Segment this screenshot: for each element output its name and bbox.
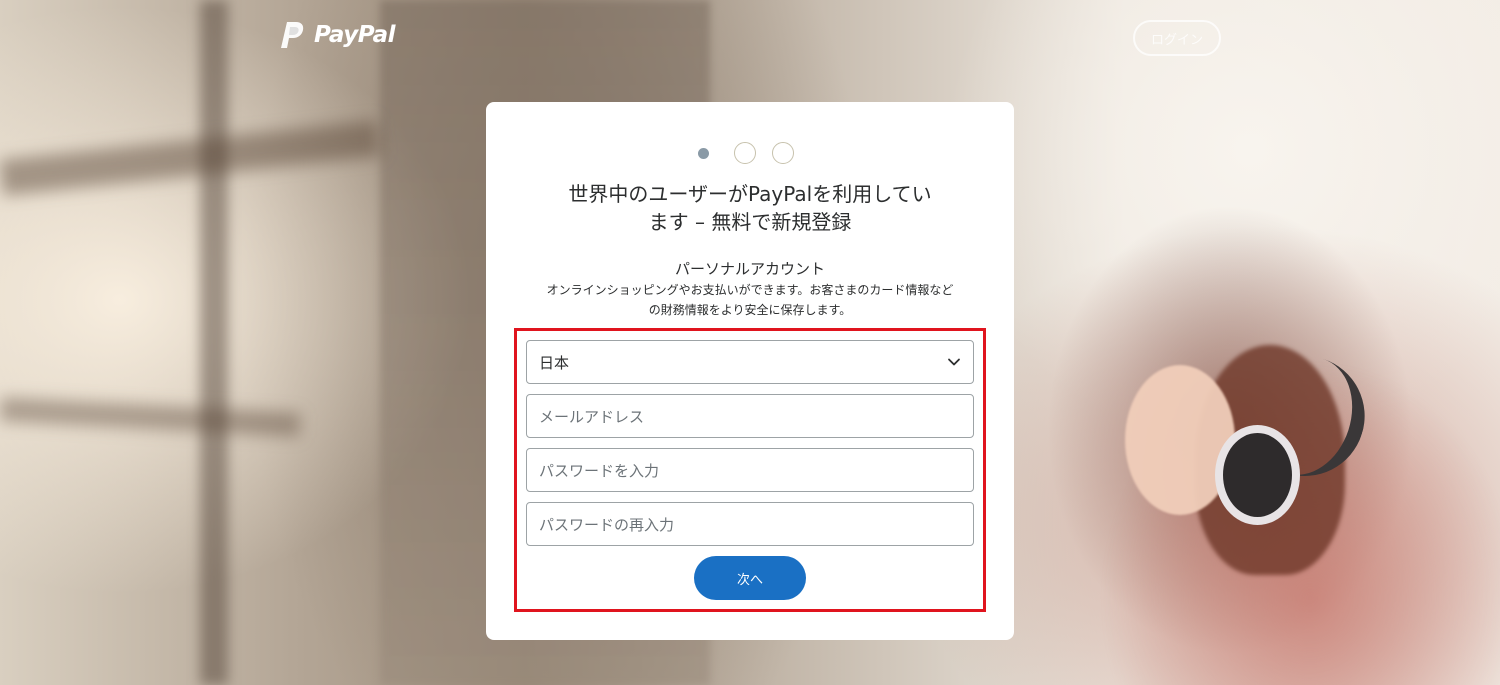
paypal-logo-icon: [281, 22, 304, 48]
logo-text: PayPal: [314, 22, 395, 48]
description-line: オンラインショッピングやお支払いができます。お客さまのカード情報など: [546, 283, 954, 297]
title-line: 世界中のユーザーがPayPalを利用してい: [568, 182, 932, 206]
country-select[interactable]: 日本: [526, 340, 974, 384]
background-pole: [200, 0, 228, 685]
paypal-logo[interactable]: PayPal: [280, 20, 395, 50]
step-indicator: [486, 142, 1014, 164]
password-confirm-placeholder: パスワードの再入力: [539, 515, 675, 534]
next-button[interactable]: 次へ: [694, 556, 806, 600]
password-field[interactable]: パスワードを入力: [526, 448, 974, 492]
step-dot-current: [698, 147, 709, 159]
background-beam: [0, 120, 381, 196]
signup-card: 世界中のユーザーがPayPalを利用してい ます – 無料で新規登録 パーソナル…: [486, 102, 1014, 640]
email-placeholder: メールアドレス: [539, 407, 645, 426]
account-type-label: パーソナルアカウント: [674, 260, 825, 278]
step-dot: [734, 142, 756, 164]
title-line: ます – 無料で新規登録: [648, 210, 852, 234]
password-confirm-field[interactable]: パスワードの再入力: [526, 502, 974, 546]
password-placeholder: パスワードを入力: [539, 461, 660, 480]
country-value: 日本: [539, 353, 570, 372]
signup-page: PayPal ログイン 世界中のユーザーがPayPalを利用してい ます – 無…: [0, 0, 1500, 685]
background-headphone: [1215, 425, 1300, 525]
email-field[interactable]: メールアドレス: [526, 394, 974, 438]
step-dot: [772, 142, 794, 164]
page-title: 世界中のユーザーがPayPalを利用してい ます – 無料で新規登録: [536, 180, 964, 236]
account-description: オンラインショッピングやお支払いができます。お客さまのカード情報など の財務情報…: [526, 280, 974, 320]
chevron-down-icon: [948, 358, 960, 366]
description-line: の財務情報をより安全に保存します。: [648, 303, 852, 317]
background-beam: [0, 397, 301, 437]
login-button[interactable]: ログイン: [1133, 20, 1221, 56]
